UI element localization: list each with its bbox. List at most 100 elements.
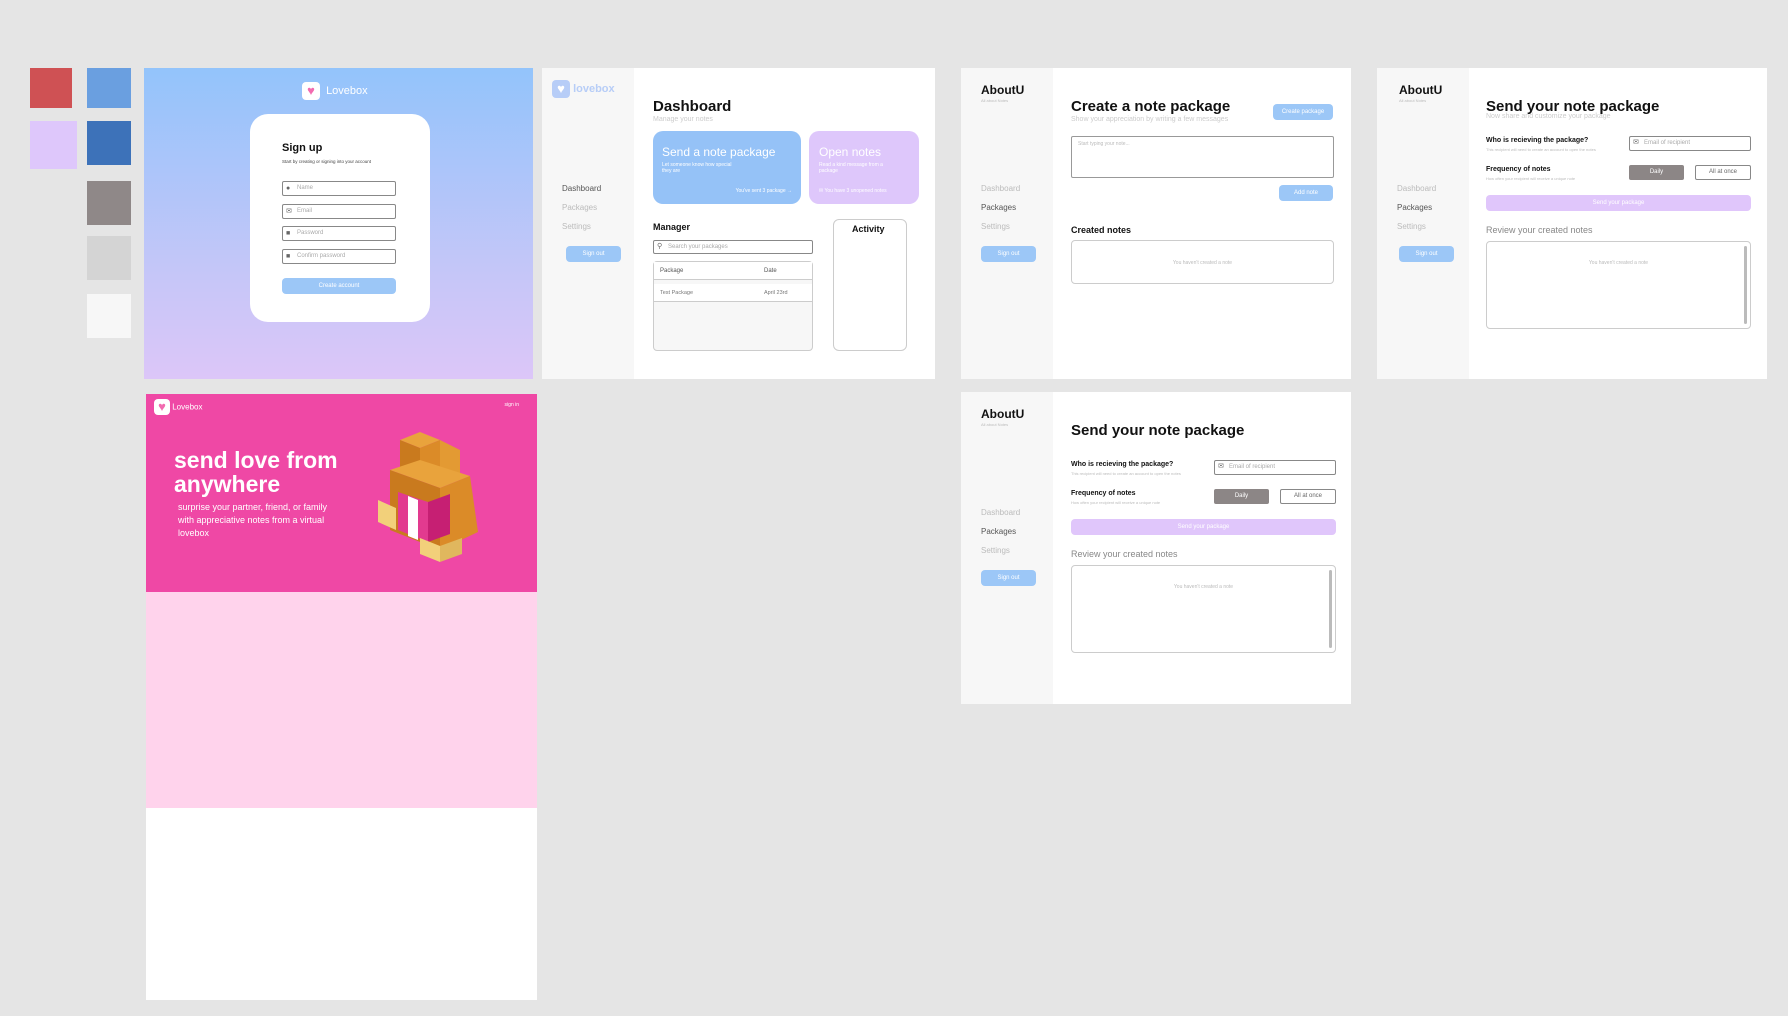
review-title: Review your created notes xyxy=(1486,225,1593,235)
hero-body: surprise your partner, friend, or family… xyxy=(178,502,328,538)
sidebar-item-dashboard[interactable]: Dashboard xyxy=(1397,184,1436,193)
sidebar-item-packages[interactable]: Packages xyxy=(981,203,1016,212)
add-note-button[interactable]: Add note xyxy=(1279,185,1333,201)
search-input[interactable]: ⚲ Search your packages xyxy=(653,240,813,254)
bear-gift-illustration xyxy=(378,432,478,562)
scrollbar[interactable] xyxy=(1744,246,1747,324)
page-subtitle: Show your appreciation by writing a few … xyxy=(1071,116,1229,123)
sign-in-link[interactable]: sign in xyxy=(505,402,519,408)
page-title: Create a note package xyxy=(1071,98,1231,115)
email-field[interactable]: ✉ Email xyxy=(282,204,396,219)
frequency-all-button[interactable]: All at once xyxy=(1280,489,1336,504)
sidebar-item-packages[interactable]: Packages xyxy=(562,203,597,212)
recipient-label: Who is recieving the package? xyxy=(1486,137,1589,144)
recipient-hint: This recipient will need to create an ac… xyxy=(1071,471,1181,476)
confirm-password-field[interactable]: ■ Confirm password xyxy=(282,249,396,264)
review-notes-list: You haven't created a note xyxy=(1486,241,1751,329)
empty-state: You haven't created a note xyxy=(1173,584,1234,590)
send-card-footer: You've sent 3 package → xyxy=(735,188,792,194)
table-row[interactable]: Test Package April 23rd xyxy=(654,284,812,302)
sidebar: ♥ lovebox Dashboard Packages Settings Si… xyxy=(542,68,634,379)
recipient-email-input[interactable]: ✉ Email of recipient xyxy=(1214,460,1336,475)
create-account-button[interactable]: Create account xyxy=(282,278,396,294)
activity-panel: Activity xyxy=(833,219,907,351)
note-textarea[interactable]: Start typing your note... xyxy=(1071,136,1334,178)
page-title: Dashboard xyxy=(653,98,732,115)
sidebar-item-settings[interactable]: Settings xyxy=(981,222,1010,231)
lock-icon: ■ xyxy=(286,230,291,237)
dashboard-frame: ♥ lovebox Dashboard Packages Settings Si… xyxy=(542,68,935,379)
send-package-card[interactable]: Send a note package Let someone know how… xyxy=(653,131,801,204)
frequency-daily-button[interactable]: Daily xyxy=(1629,165,1684,180)
sign-out-button[interactable]: Sign out xyxy=(566,246,621,262)
sidebar-item-dashboard[interactable]: Dashboard xyxy=(981,184,1020,193)
send-package-button[interactable]: Send your package xyxy=(1486,195,1751,211)
mail-icon: ✉ xyxy=(1633,139,1639,146)
frequency-hint: How often your recipient will receive a … xyxy=(1071,500,1161,505)
hero-section: ♥ Lovebox sign in send love from anywher… xyxy=(146,394,537,592)
send-package-button[interactable]: Send your package xyxy=(1071,519,1336,535)
sidebar-item-dashboard[interactable]: Dashboard xyxy=(981,508,1020,517)
send-package-frame-2: AboutU All about Notes Dashboard Package… xyxy=(961,392,1351,704)
signup-subtitle: Start by creating or signing into your a… xyxy=(282,159,372,164)
frequency-label: Frequency of notes xyxy=(1071,490,1136,497)
heart-icon: ♥ xyxy=(552,80,570,98)
color-swatch-grey xyxy=(87,181,131,225)
create-package-frame: AboutU All about Notes Dashboard Package… xyxy=(961,68,1351,379)
page-subtitle: Now share and customize your package xyxy=(1486,113,1611,120)
sign-out-button[interactable]: Sign out xyxy=(981,570,1036,586)
sidebar-brand-sub: All about Notes xyxy=(981,98,1009,103)
create-package-button[interactable]: Create package xyxy=(1273,104,1333,120)
frequency-hint: How often your recipient will receive a … xyxy=(1486,176,1576,181)
column-package: Package xyxy=(660,268,684,274)
send-card-title: Send a note package xyxy=(662,145,776,159)
row-package: Test Package xyxy=(660,290,694,296)
table-header: Package Date xyxy=(654,262,812,280)
frequency-daily-button[interactable]: Daily xyxy=(1214,489,1269,504)
review-notes-list: You haven't created a note xyxy=(1071,565,1336,653)
sidebar-item-packages[interactable]: Packages xyxy=(1397,203,1432,212)
signup-frame: ♥ Lovebox Sign up Start by creating or s… xyxy=(144,68,533,379)
created-notes-title: Created notes xyxy=(1071,225,1132,235)
sidebar-item-settings[interactable]: Settings xyxy=(981,546,1010,555)
column-date: Date xyxy=(764,268,777,274)
color-swatch-off-white xyxy=(87,294,131,338)
scrollbar[interactable] xyxy=(1329,570,1332,648)
heart-icon: ♥ xyxy=(302,82,320,100)
sidebar-item-dashboard[interactable]: Dashboard xyxy=(562,184,601,193)
sidebar-brand-sub: All about Notes xyxy=(981,422,1009,427)
signup-title: Sign up xyxy=(282,142,323,154)
lock-icon: ■ xyxy=(286,253,291,260)
activity-title: Activity xyxy=(852,224,885,234)
open-card-title: Open notes xyxy=(819,145,882,159)
color-swatch-red xyxy=(30,68,72,108)
frequency-all-button[interactable]: All at once xyxy=(1695,165,1751,180)
signup-brand: ♥ Lovebox xyxy=(302,82,368,100)
open-card-footer: ✉ You have 3 unopened notes xyxy=(819,188,887,194)
packages-table: Package Date Test Package April 23rd xyxy=(653,261,813,351)
sidebar-item-packages[interactable]: Packages xyxy=(981,527,1016,536)
sidebar-brand: AboutU xyxy=(981,83,1025,97)
open-notes-card[interactable]: Open notes Read a kind message from a pa… xyxy=(809,131,919,204)
open-card-desc: Read a kind message from a package xyxy=(819,162,883,174)
sign-out-button[interactable]: Sign out xyxy=(981,246,1036,262)
signup-card: Sign up Start by creating or signing int… xyxy=(250,114,430,322)
heart-icon: ♥ xyxy=(154,399,170,415)
sidebar-item-settings[interactable]: Settings xyxy=(1397,222,1426,231)
color-swatch-lavender xyxy=(30,121,77,169)
color-swatch-light-grey xyxy=(87,236,131,280)
pink-section xyxy=(146,592,537,808)
recipient-email-input[interactable]: ✉ Email of recipient xyxy=(1629,136,1751,151)
brand-name: Lovebox xyxy=(326,85,368,97)
send-package-frame: AboutU All about Notes Dashboard Package… xyxy=(1377,68,1767,379)
sidebar: AboutU All about Notes Dashboard Package… xyxy=(961,392,1053,704)
search-icon: ⚲ xyxy=(657,243,663,250)
page-subtitle: Manage your notes xyxy=(653,116,713,123)
footer-section xyxy=(146,808,537,1000)
password-field[interactable]: ■ Password xyxy=(282,226,396,241)
sidebar-item-settings[interactable]: Settings xyxy=(562,222,591,231)
recipient-hint: This recipient will need to create an ac… xyxy=(1486,147,1596,152)
sign-out-button[interactable]: Sign out xyxy=(1399,246,1454,262)
name-field[interactable]: ● Name xyxy=(282,181,396,196)
empty-state: You haven't created a note xyxy=(1588,260,1649,266)
